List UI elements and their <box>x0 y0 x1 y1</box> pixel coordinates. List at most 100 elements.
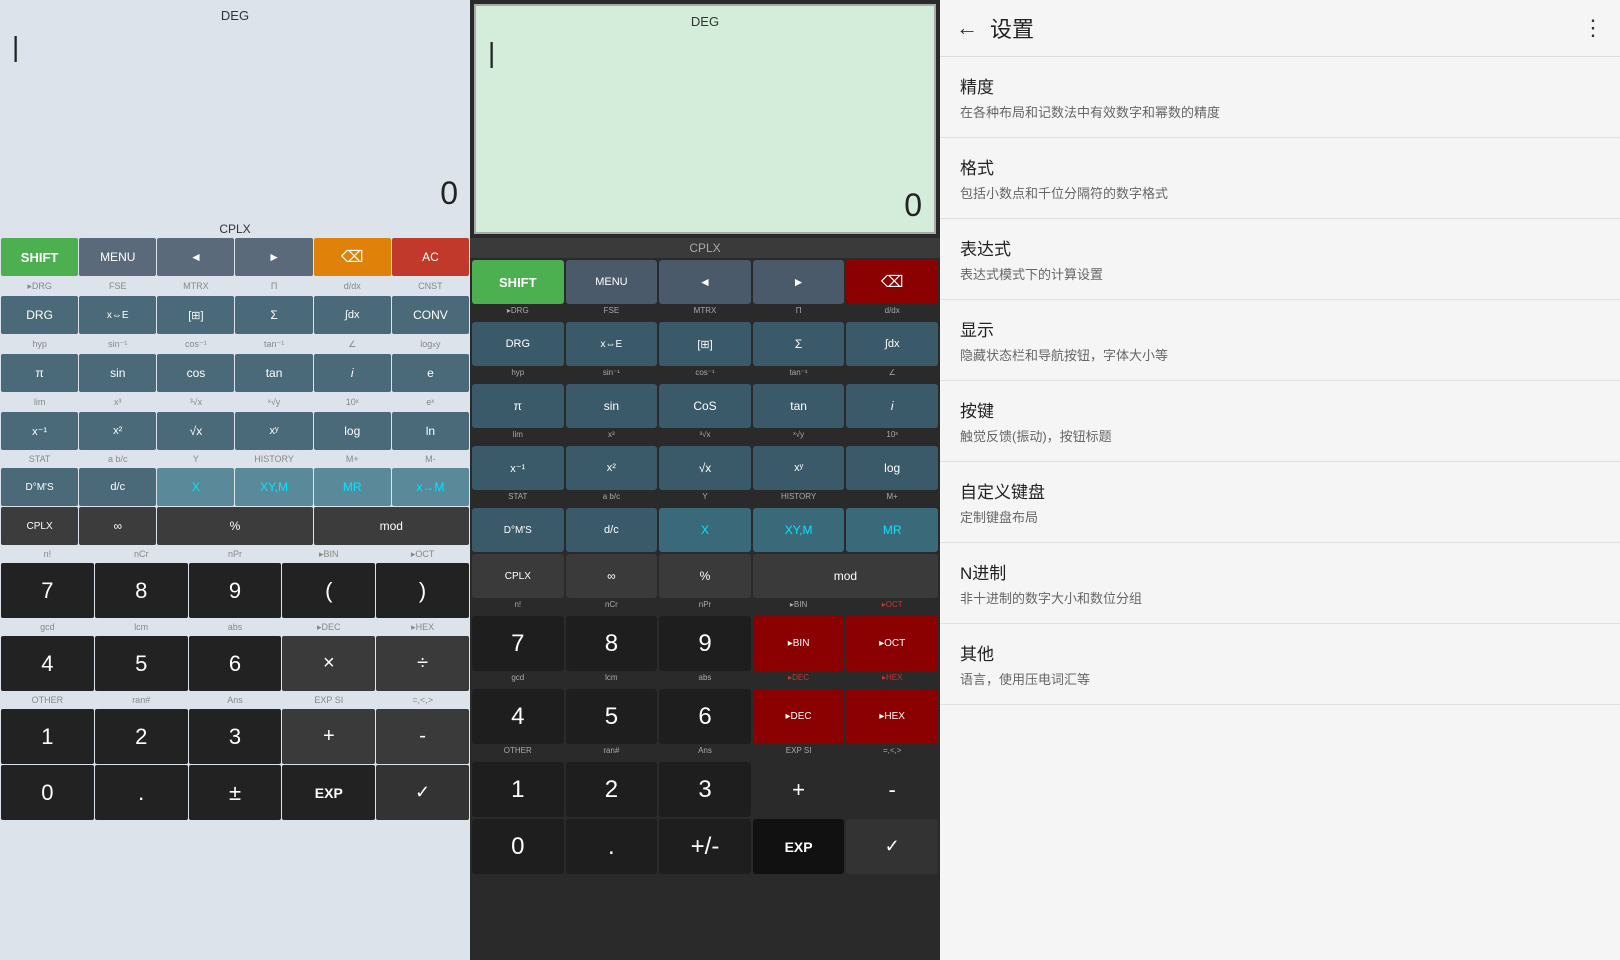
left-9-btn[interactable]: 9 <box>189 563 282 618</box>
center-shift-btn[interactable]: SHIFT <box>472 260 564 304</box>
center-mod-btn[interactable]: mod <box>753 554 938 598</box>
left-3-btn[interactable]: 3 <box>189 709 282 764</box>
left-xsq-btn[interactable]: x² <box>79 412 156 450</box>
center-x-btn[interactable]: X <box>659 508 751 552</box>
left-5-btn[interactable]: 5 <box>95 636 188 691</box>
left-right-arrow-btn[interactable]: ► <box>235 238 312 276</box>
center-oct-btn[interactable]: ▸OCT <box>846 616 938 671</box>
center-i-btn[interactable]: i <box>846 384 938 428</box>
left-6-btn[interactable]: 6 <box>189 636 282 691</box>
center-negate-btn[interactable]: +/- <box>659 819 751 874</box>
left-xe-btn[interactable]: x⇔E <box>79 296 156 334</box>
center-dc-btn[interactable]: d/c <box>566 508 658 552</box>
center-9-btn[interactable]: 9 <box>659 616 751 671</box>
left-add-btn[interactable]: + <box>282 709 375 764</box>
left-0-btn[interactable]: 0 <box>1 765 94 820</box>
settings-more-btn[interactable]: ⋮ <box>1582 15 1604 41</box>
left-sigma-btn[interactable]: Σ <box>235 296 312 334</box>
left-menu-btn[interactable]: MENU <box>79 238 156 276</box>
left-exp-btn[interactable]: EXP <box>282 765 375 820</box>
left-dms-btn[interactable]: D°M'S <box>1 468 78 506</box>
left-sin-btn[interactable]: sin <box>79 354 156 392</box>
left-sqrt-btn[interactable]: √x <box>157 412 234 450</box>
left-mod-btn[interactable]: mod <box>314 507 469 545</box>
left-inf-btn[interactable]: ∞ <box>79 507 156 545</box>
left-sub-btn[interactable]: - <box>376 709 469 764</box>
center-pi-btn[interactable]: π <box>472 384 564 428</box>
center-xym-btn[interactable]: XY,M <box>753 508 845 552</box>
center-sqrt-btn[interactable]: √x <box>659 446 751 490</box>
center-0-btn[interactable]: 0 <box>472 819 564 874</box>
left-xym-btn[interactable]: XY,M <box>235 468 312 506</box>
left-lparen-btn[interactable]: ( <box>282 563 375 618</box>
left-xm-btn[interactable]: x→M <box>392 468 469 506</box>
left-tan-btn[interactable]: tan <box>235 354 312 392</box>
center-menu-btn[interactable]: MENU <box>566 260 658 304</box>
settings-item-precision[interactable]: 精度 在各种布局和记数法中有效数字和幂数的精度 <box>940 57 1620 138</box>
left-pi-btn[interactable]: π <box>1 354 78 392</box>
center-left-arrow-btn[interactable]: ◄ <box>659 260 751 304</box>
center-dec-btn[interactable]: ▸DEC <box>753 689 845 744</box>
left-i-btn[interactable]: i <box>314 354 391 392</box>
center-xinv-btn[interactable]: x⁻¹ <box>472 446 564 490</box>
center-7-btn[interactable]: 7 <box>472 616 564 671</box>
left-mr-btn[interactable]: MR <box>314 468 391 506</box>
left-dot-btn[interactable]: . <box>95 765 188 820</box>
left-conv-btn[interactable]: CONV <box>392 296 469 334</box>
center-tan-btn[interactable]: tan <box>753 384 845 428</box>
center-3-btn[interactable]: 3 <box>659 762 751 817</box>
center-xy-btn[interactable]: xʸ <box>753 446 845 490</box>
left-cplx-btn[interactable]: CPLX <box>1 507 78 545</box>
center-sigma-btn[interactable]: Σ <box>753 322 845 366</box>
left-ac-btn[interactable]: AC <box>392 238 469 276</box>
center-dms-btn[interactable]: D°M'S <box>472 508 564 552</box>
center-xe-btn[interactable]: x⇔E <box>566 322 658 366</box>
left-8-btn[interactable]: 8 <box>95 563 188 618</box>
center-4-btn[interactable]: 4 <box>472 689 564 744</box>
center-sin-btn[interactable]: sin <box>566 384 658 428</box>
center-6-btn[interactable]: 6 <box>659 689 751 744</box>
left-backspace-btn[interactable]: ⌫ <box>314 238 391 276</box>
center-bin-btn[interactable]: ▸BIN <box>753 616 845 671</box>
center-hex-btn[interactable]: ▸HEX <box>846 689 938 744</box>
left-1-btn[interactable]: 1 <box>1 709 94 764</box>
center-drg-btn[interactable]: DRG <box>472 322 564 366</box>
center-percent2-btn[interactable]: % <box>659 554 751 598</box>
left-integral-btn[interactable]: ∫dx <box>314 296 391 334</box>
center-cplx-btn[interactable]: CPLX <box>472 554 564 598</box>
center-sub-btn[interactable]: - <box>846 762 938 817</box>
center-matrix-btn[interactable]: [⊞] <box>659 322 751 366</box>
center-add-btn[interactable]: + <box>753 762 845 817</box>
center-xsq-btn[interactable]: x² <box>566 446 658 490</box>
left-div-btn[interactable]: ÷ <box>376 636 469 691</box>
left-percent-btn[interactable]: % <box>157 507 312 545</box>
left-drg-btn[interactable]: DRG <box>1 296 78 334</box>
left-shift-btn[interactable]: SHIFT <box>1 238 78 276</box>
center-mr-btn[interactable]: MR <box>846 508 938 552</box>
left-rparen-btn[interactable]: ) <box>376 563 469 618</box>
left-check-btn[interactable]: ✓ <box>376 765 469 820</box>
center-backspace-btn[interactable]: ⌫ <box>846 260 938 304</box>
settings-item-display[interactable]: 显示 隐藏状态栏和导航按钮，字体大小等 <box>940 300 1620 381</box>
settings-item-format[interactable]: 格式 包括小数点和千位分隔符的数字格式 <box>940 138 1620 219</box>
center-check-btn[interactable]: ✓ <box>846 819 938 874</box>
left-dc-btn[interactable]: d/c <box>79 468 156 506</box>
left-xinv-btn[interactable]: x⁻¹ <box>1 412 78 450</box>
left-ln-btn[interactable]: ln <box>392 412 469 450</box>
center-right-arrow-btn[interactable]: ► <box>753 260 845 304</box>
left-4-btn[interactable]: 4 <box>1 636 94 691</box>
settings-item-expression[interactable]: 表达式 表达式模式下的计算设置 <box>940 219 1620 300</box>
left-2-btn[interactable]: 2 <box>95 709 188 764</box>
settings-item-keys[interactable]: 按键 触觉反馈(振动)，按钮标题 <box>940 381 1620 462</box>
left-cos-btn[interactable]: cos <box>157 354 234 392</box>
left-left-arrow-btn[interactable]: ◄ <box>157 238 234 276</box>
left-x-btn[interactable]: X <box>157 468 234 506</box>
center-2-btn[interactable]: 2 <box>566 762 658 817</box>
left-log-btn[interactable]: log <box>314 412 391 450</box>
left-e-btn[interactable]: e <box>392 354 469 392</box>
center-integral-btn[interactable]: ∫dx <box>846 322 938 366</box>
center-dot-btn[interactable]: . <box>566 819 658 874</box>
left-negate-btn[interactable]: ± <box>189 765 282 820</box>
center-exp-btn[interactable]: EXP <box>753 819 845 874</box>
center-inf-btn[interactable]: ∞ <box>566 554 658 598</box>
